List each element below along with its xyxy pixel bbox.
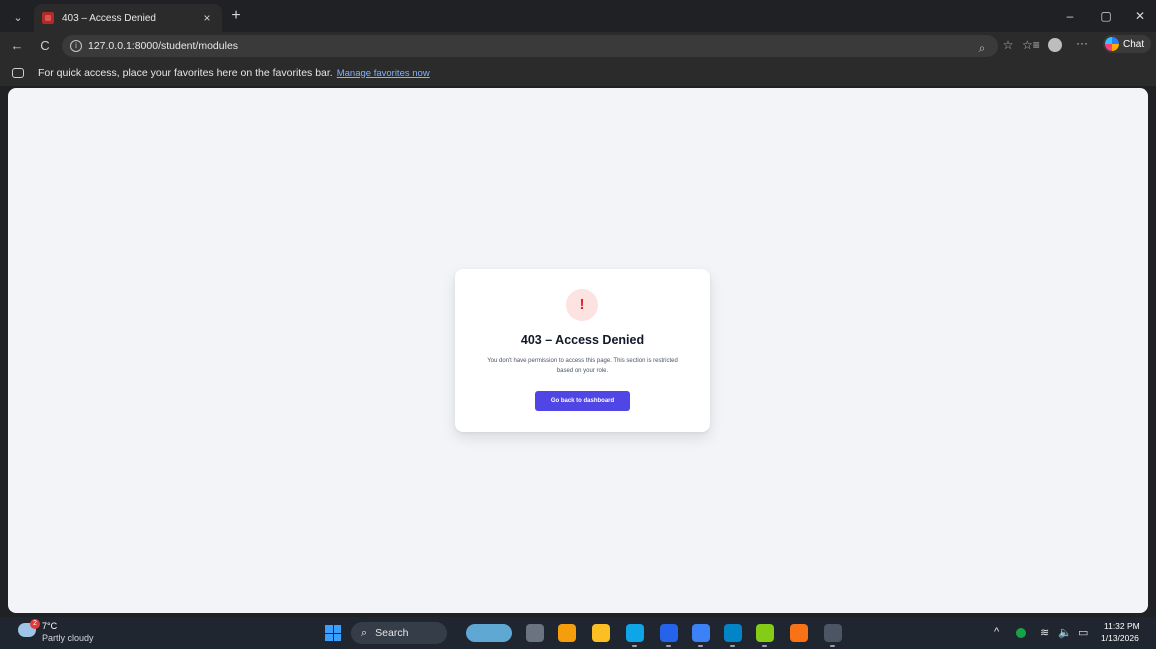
- tab-strip: ⌄ 403 – Access Denied × + – ▢ ✕: [0, 0, 1156, 32]
- tab-active[interactable]: 403 – Access Denied ×: [34, 4, 222, 32]
- error-message: You don't have permission to access this…: [487, 358, 678, 374]
- running-indicator: [632, 645, 637, 647]
- favorites-bar-icon: [12, 68, 24, 78]
- copilot-icon: [1105, 37, 1119, 51]
- clock-date[interactable]: 1/13/2026: [1101, 633, 1139, 643]
- widgets-icon[interactable]: [466, 624, 512, 642]
- folder-icon[interactable]: [592, 624, 610, 642]
- manage-favorites-link[interactable]: Manage favorites now: [337, 68, 430, 79]
- tray-chevron-icon[interactable]: ^: [994, 626, 999, 638]
- running-indicator: [666, 645, 671, 647]
- address-bar[interactable]: i 127.0.0.1:8000/student/modules ⌕: [62, 35, 998, 57]
- more-options-icon[interactable]: ···: [1076, 36, 1088, 50]
- favorites-bar: For quick access, place your favorites h…: [0, 60, 1156, 86]
- zoom-icon[interactable]: ⌕: [974, 40, 990, 56]
- app-icon[interactable]: [724, 624, 742, 642]
- alert-icon: !: [566, 289, 598, 321]
- new-tab-button[interactable]: +: [226, 6, 246, 26]
- running-indicator: [698, 645, 703, 647]
- page-title: 403 – Access Denied: [520, 333, 645, 347]
- navigation-bar: ← C i 127.0.0.1:8000/student/modules ⌕ ☆…: [0, 32, 1156, 60]
- profile-avatar[interactable]: [1048, 38, 1062, 52]
- access-denied-card: ! 403 – Access Denied You don't have per…: [455, 269, 710, 432]
- tab-title: 403 – Access Denied: [62, 12, 156, 24]
- minimize-button[interactable]: –: [1056, 6, 1084, 26]
- copilot-chat-button[interactable]: Chat: [1103, 35, 1151, 53]
- start-windows-icon[interactable]: [325, 625, 341, 641]
- running-indicator: [830, 645, 835, 647]
- refresh-button[interactable]: C: [36, 37, 54, 55]
- weather-temperature[interactable]: 7°C: [42, 621, 57, 631]
- taskbar: 2 7°C Partly cloudy ⌕ Search ^ ≋ 🔈 ▭ 11:…: [0, 617, 1156, 649]
- taskbar-search[interactable]: ⌕ Search: [351, 622, 447, 644]
- edge-icon[interactable]: [626, 624, 644, 642]
- running-indicator: [762, 645, 767, 647]
- url-text[interactable]: 127.0.0.1:8000/student/modules: [88, 40, 238, 52]
- wifi-icon[interactable]: ≋: [1040, 626, 1049, 639]
- running-indicator: [730, 645, 735, 647]
- chrome-icon[interactable]: [558, 624, 576, 642]
- search-icon: ⌕: [361, 626, 368, 639]
- tab-favicon-icon: [42, 12, 54, 24]
- vscode-icon[interactable]: [692, 624, 710, 642]
- tab-close-icon[interactable]: ×: [200, 11, 214, 25]
- back-to-dashboard-button[interactable]: Go back to dashboard: [535, 391, 630, 411]
- restore-button[interactable]: ▢: [1092, 6, 1120, 26]
- battery-icon[interactable]: ▭: [1078, 626, 1088, 639]
- tray-app-icon[interactable]: [1016, 628, 1026, 638]
- favorites-list-icon[interactable]: ☆≡: [1022, 37, 1040, 53]
- page-viewport: ! 403 – Access Denied You don't have per…: [8, 88, 1148, 613]
- weather-badge: 2: [30, 619, 40, 629]
- back-button[interactable]: ←: [8, 37, 26, 55]
- xampp-icon[interactable]: [790, 624, 808, 642]
- favorite-star-icon[interactable]: ☆: [1000, 37, 1016, 53]
- tab-actions-menu-icon[interactable]: ⌄: [8, 8, 28, 26]
- favorites-bar-message: For quick access, place your favorites h…: [38, 67, 333, 79]
- file-explorer-app-icon[interactable]: [526, 624, 544, 642]
- chat-label: Chat: [1123, 38, 1145, 50]
- weather-condition[interactable]: Partly cloudy: [42, 633, 94, 643]
- search-label: Search: [375, 627, 409, 639]
- site-info-icon[interactable]: i: [70, 40, 82, 52]
- terminal-icon[interactable]: [824, 624, 842, 642]
- browser-window: ⌄ 403 – Access Denied × + – ▢ ✕ ← C i 12…: [0, 0, 1156, 649]
- clock-time[interactable]: 11:32 PM: [1104, 621, 1140, 631]
- close-window-button[interactable]: ✕: [1126, 6, 1154, 26]
- volume-icon[interactable]: 🔈: [1058, 626, 1072, 639]
- colorful-app-icon[interactable]: [756, 624, 774, 642]
- word-icon[interactable]: [660, 624, 678, 642]
